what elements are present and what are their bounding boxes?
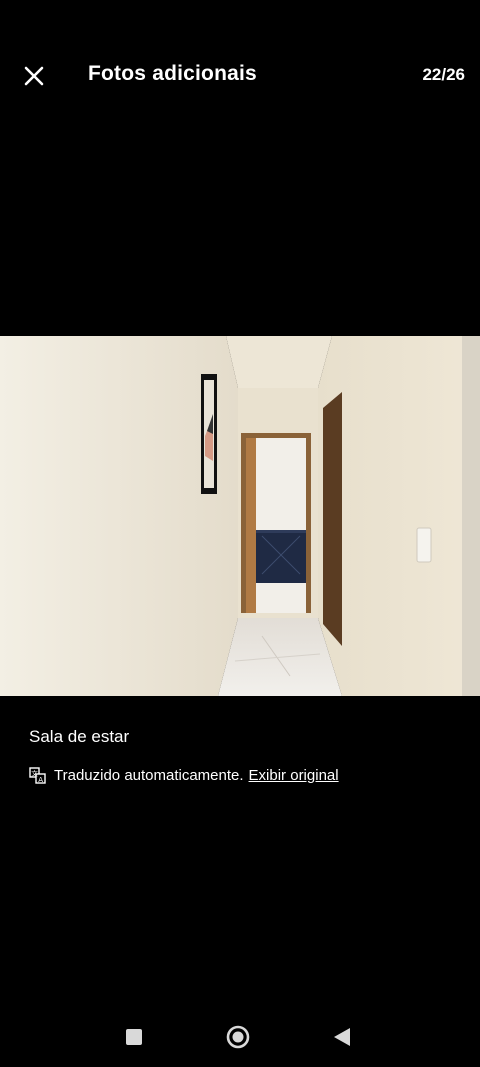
svg-text:A: A bbox=[38, 776, 43, 784]
translation-text: Traduzido automaticamente. bbox=[54, 767, 244, 784]
triangle-back-icon[interactable] bbox=[328, 1023, 356, 1051]
translate-icon: 文 A bbox=[29, 767, 46, 784]
square-icon[interactable] bbox=[120, 1023, 148, 1051]
photo-counter: 22/26 bbox=[422, 65, 465, 84]
close-icon[interactable] bbox=[20, 62, 48, 90]
circle-icon[interactable] bbox=[224, 1023, 252, 1051]
top-bar: Fotos adicionais 22/26 bbox=[0, 40, 480, 112]
show-original-link[interactable]: Exibir original bbox=[249, 767, 339, 784]
system-nav-bar bbox=[0, 1007, 480, 1067]
hallway-photo[interactable] bbox=[0, 336, 480, 696]
page-title: Fotos adicionais bbox=[88, 62, 257, 85]
translation-notice: 文 A Traduzido automaticamente. Exibir or… bbox=[29, 767, 339, 784]
photo-caption: Sala de estar bbox=[29, 727, 130, 746]
